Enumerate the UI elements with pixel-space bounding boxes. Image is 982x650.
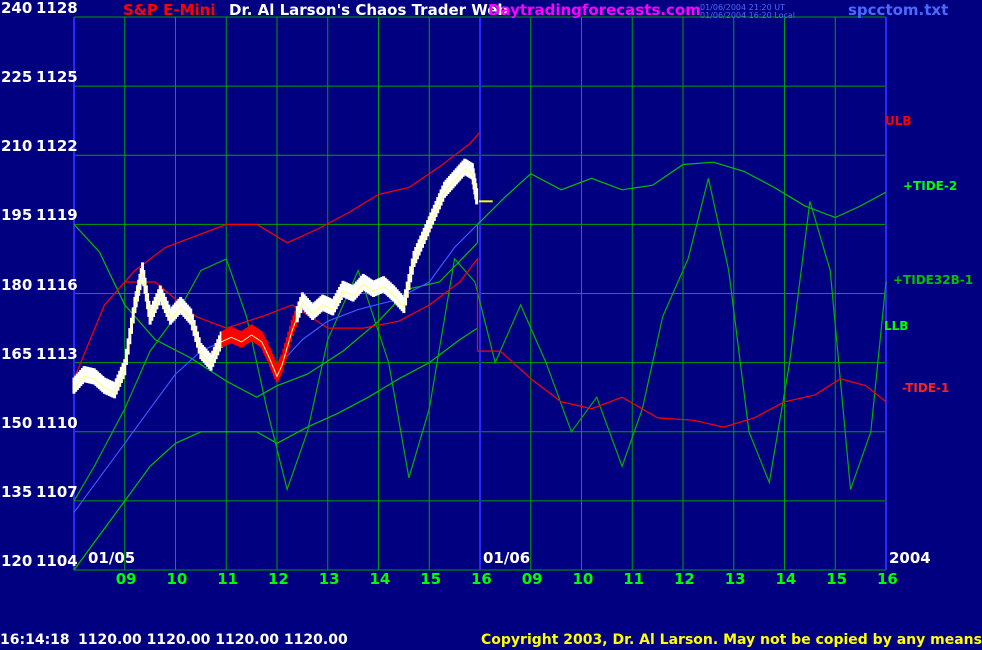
y-label-osc: 225 — [1, 68, 33, 87]
curve-label-ulb: ULB — [885, 114, 912, 128]
curve-label-tide2: +TIDE-2 — [903, 179, 958, 193]
x-tick-label: 16 — [471, 570, 492, 588]
file-name: spcctom.txt — [848, 1, 949, 19]
date-label-day1: 01/05 — [88, 549, 136, 567]
x-tick-label: 10 — [572, 570, 594, 588]
curve-label-tide1: -TIDE-1 — [902, 381, 950, 395]
x-tick-label: 12 — [674, 570, 695, 588]
y-label-osc: 120 — [1, 552, 33, 570]
y-label-osc: 195 — [1, 206, 33, 225]
x-tick-label: 14 — [775, 570, 797, 588]
symbol-label: S&P E-Mini — [123, 1, 216, 19]
y-label-price: 1104 — [36, 552, 78, 570]
year-label: 2004 — [889, 549, 931, 567]
x-tick-label: 13 — [318, 570, 340, 588]
date-label-day2: 01/06 — [483, 549, 531, 567]
x-tick-label: 12 — [268, 570, 289, 588]
curve-label-llb: LLB — [884, 319, 909, 333]
x-tick-label: 13 — [724, 570, 746, 588]
y-label-price: 1113 — [36, 344, 78, 363]
x-tick-label: 11 — [217, 570, 239, 588]
footer-ohlc: 1120.00 1120.00 1120.00 1120.00 — [78, 632, 348, 648]
footer-time: 16:14:18 — [0, 632, 70, 648]
x-tick-label: 10 — [166, 570, 188, 588]
chart-title: Dr. Al Larson's Chaos Trader Web — [229, 1, 509, 19]
timestamp-local: 01/06/2004 16:20 Local — [700, 11, 795, 20]
y-label-osc: 150 — [1, 413, 33, 432]
grid — [73, 16, 887, 571]
y-label-osc: 180 — [1, 275, 33, 294]
y-label-osc: 240 — [1, 0, 33, 17]
x-tick-label: 09 — [521, 570, 543, 588]
y-label-osc: 135 — [1, 482, 33, 501]
price-average-line — [73, 168, 478, 394]
y-label-price: 1110 — [36, 413, 78, 432]
x-tick-label: 14 — [369, 570, 391, 588]
y-label-price: 1125 — [36, 68, 78, 87]
site-link[interactable]: Daytradingforecasts.com — [488, 1, 701, 19]
x-tick-label: 11 — [623, 570, 645, 588]
x-tick-label: 16 — [877, 570, 898, 588]
x-tick-label: 09 — [115, 570, 137, 588]
y-label-osc: 210 — [1, 137, 33, 156]
x-tick-label: 15 — [420, 570, 442, 588]
curve-label-tide32b: +TIDE32B-1 — [893, 273, 974, 287]
y-label-price: 1119 — [36, 206, 78, 225]
y-label-price: 1107 — [36, 482, 78, 501]
y-label-price: 1122 — [36, 137, 78, 156]
footer-copyright: Copyright 2003, Dr. Al Larson. May not b… — [481, 632, 982, 648]
x-tick-label: 15 — [826, 570, 848, 588]
y-label-osc: 165 — [1, 344, 33, 363]
y-label-price: 1128 — [36, 0, 78, 17]
y-label-price: 1116 — [36, 275, 78, 294]
